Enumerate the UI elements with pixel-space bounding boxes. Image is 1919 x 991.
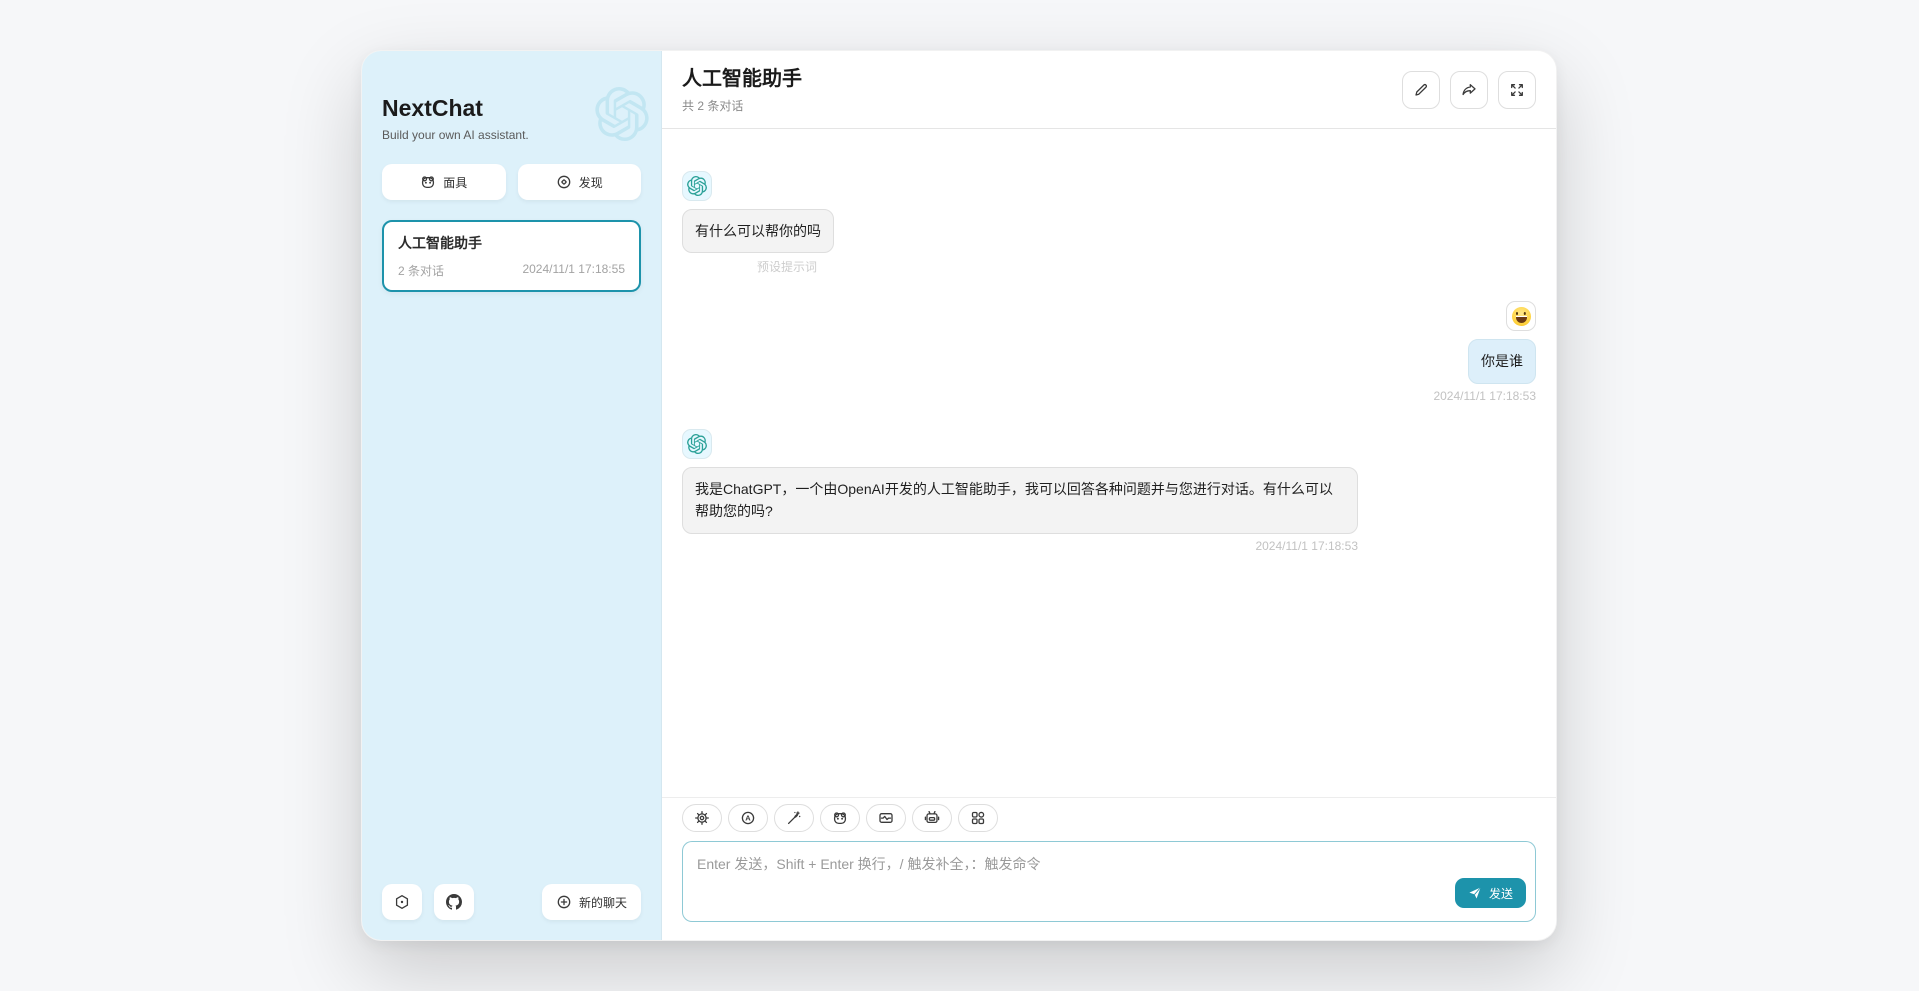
paper-plane-icon <box>1468 886 1482 900</box>
nextchat-window: NextChat Build your own AI assistant. 面具… <box>361 50 1557 941</box>
input-action-bar <box>682 804 1536 832</box>
mask-icon <box>832 810 848 826</box>
mask-icon <box>420 174 436 190</box>
sidebar-footer: 新的聊天 <box>382 884 641 920</box>
chat-settings-button[interactable] <box>682 804 722 832</box>
theme-auto-icon <box>740 810 756 826</box>
user-avatar <box>1506 301 1536 331</box>
message-column: 有什么可以帮你的吗 预设提示词 <box>682 209 834 275</box>
add-icon <box>556 894 572 910</box>
model-button[interactable] <box>912 804 952 832</box>
chat-header-titles: 人工智能助手 共 2 条对话 <box>682 66 802 114</box>
send-button[interactable]: 发送 <box>1455 878 1526 908</box>
masks-button[interactable] <box>820 804 860 832</box>
mask-button[interactable]: 面具 <box>382 164 506 200</box>
assistant-bubble[interactable]: 有什么可以帮你的吗 <box>682 209 834 253</box>
edit-icon <box>1413 82 1429 98</box>
chat-list-item[interactable]: 人工智能助手 2 条对话 2024/11/1 17:18:55 <box>382 220 641 292</box>
chat-header-actions <box>1402 71 1536 109</box>
chat-title[interactable]: 人工智能助手 <box>682 66 802 93</box>
new-chat-label: 新的聊天 <box>579 894 627 911</box>
prompts-button[interactable] <box>774 804 814 832</box>
user-message: 你是谁 2024/11/1 17:18:53 <box>682 301 1536 402</box>
message-timestamp: 2024/11/1 17:18:53 <box>1433 389 1536 403</box>
grid-icon <box>970 810 986 826</box>
robot-icon <box>924 810 940 826</box>
share-icon <box>1461 82 1477 98</box>
app-tagline: Build your own AI assistant. <box>382 128 641 142</box>
chat-item-count: 2 条对话 <box>398 262 444 279</box>
chat-body: 有什么可以帮你的吗 预设提示词 你是谁 2024/11/1 17:18:53 <box>662 129 1556 797</box>
send-button-label: 发送 <box>1489 885 1513 902</box>
github-button[interactable] <box>434 884 474 920</box>
fullscreen-icon <box>1509 82 1525 98</box>
chat-input[interactable] <box>682 841 1536 922</box>
context-prompt-hint: 预设提示词 <box>757 258 817 275</box>
input-wrap: 发送 <box>682 841 1536 922</box>
chat-item-info: 2 条对话 2024/11/1 17:18:55 <box>398 262 625 279</box>
assistant-avatar <box>682 171 712 201</box>
sidebar-buttons: 面具 发现 <box>382 164 641 200</box>
user-bubble[interactable]: 你是谁 <box>1468 339 1536 383</box>
clear-context-button[interactable] <box>866 804 906 832</box>
message-timestamp: 2024/11/1 17:18:53 <box>1255 539 1358 553</box>
magic-wand-icon <box>786 810 802 826</box>
github-icon <box>446 894 462 910</box>
plugins-button[interactable] <box>958 804 998 832</box>
assistant-message: 我是ChatGPT，一个由OpenAI开发的人工智能助手，我可以回答各种问题并与… <box>682 429 1536 553</box>
desktop-background: { "app": { "name": "NextChat", "tagline"… <box>0 0 1919 991</box>
sidebar: NextChat Build your own AI assistant. 面具… <box>362 51 662 940</box>
chat-list: 人工智能助手 2 条对话 2024/11/1 17:18:55 <box>382 220 641 292</box>
chat-item-time: 2024/11/1 17:18:55 <box>522 262 625 279</box>
message-column: 我是ChatGPT，一个由OpenAI开发的人工智能助手，我可以回答各种问题并与… <box>682 467 1358 553</box>
chat-panel: 人工智能助手 共 2 条对话 有什 <box>662 51 1556 940</box>
openai-logo-icon <box>687 176 707 196</box>
chat-input-panel: 发送 <box>662 797 1556 940</box>
assistant-avatar <box>682 429 712 459</box>
fullscreen-button[interactable] <box>1498 71 1536 109</box>
discover-button[interactable]: 发现 <box>518 164 642 200</box>
clear-context-icon <box>878 810 894 826</box>
discover-icon <box>556 174 572 190</box>
message-column: 你是谁 2024/11/1 17:18:53 <box>1433 339 1536 402</box>
share-button[interactable] <box>1450 71 1488 109</box>
assistant-message: 有什么可以帮你的吗 预设提示词 <box>682 171 1536 275</box>
settings-icon <box>394 894 410 910</box>
discover-button-label: 发现 <box>579 174 603 191</box>
theme-button[interactable] <box>728 804 768 832</box>
gear-icon <box>694 810 710 826</box>
settings-button[interactable] <box>382 884 422 920</box>
new-chat-button[interactable]: 新的聊天 <box>542 884 641 920</box>
sidebar-header: NextChat Build your own AI assistant. <box>382 95 641 142</box>
chat-header: 人工智能助手 共 2 条对话 <box>662 51 1556 129</box>
assistant-bubble[interactable]: 我是ChatGPT，一个由OpenAI开发的人工智能助手，我可以回答各种问题并与… <box>682 467 1358 534</box>
rename-button[interactable] <box>1402 71 1440 109</box>
chat-subtitle: 共 2 条对话 <box>682 97 802 114</box>
mask-button-label: 面具 <box>443 174 467 191</box>
openai-logo-icon <box>687 434 707 454</box>
smiley-emoji-icon <box>1512 307 1531 326</box>
app-title: NextChat <box>382 95 641 122</box>
chat-item-title: 人工智能助手 <box>398 233 625 253</box>
